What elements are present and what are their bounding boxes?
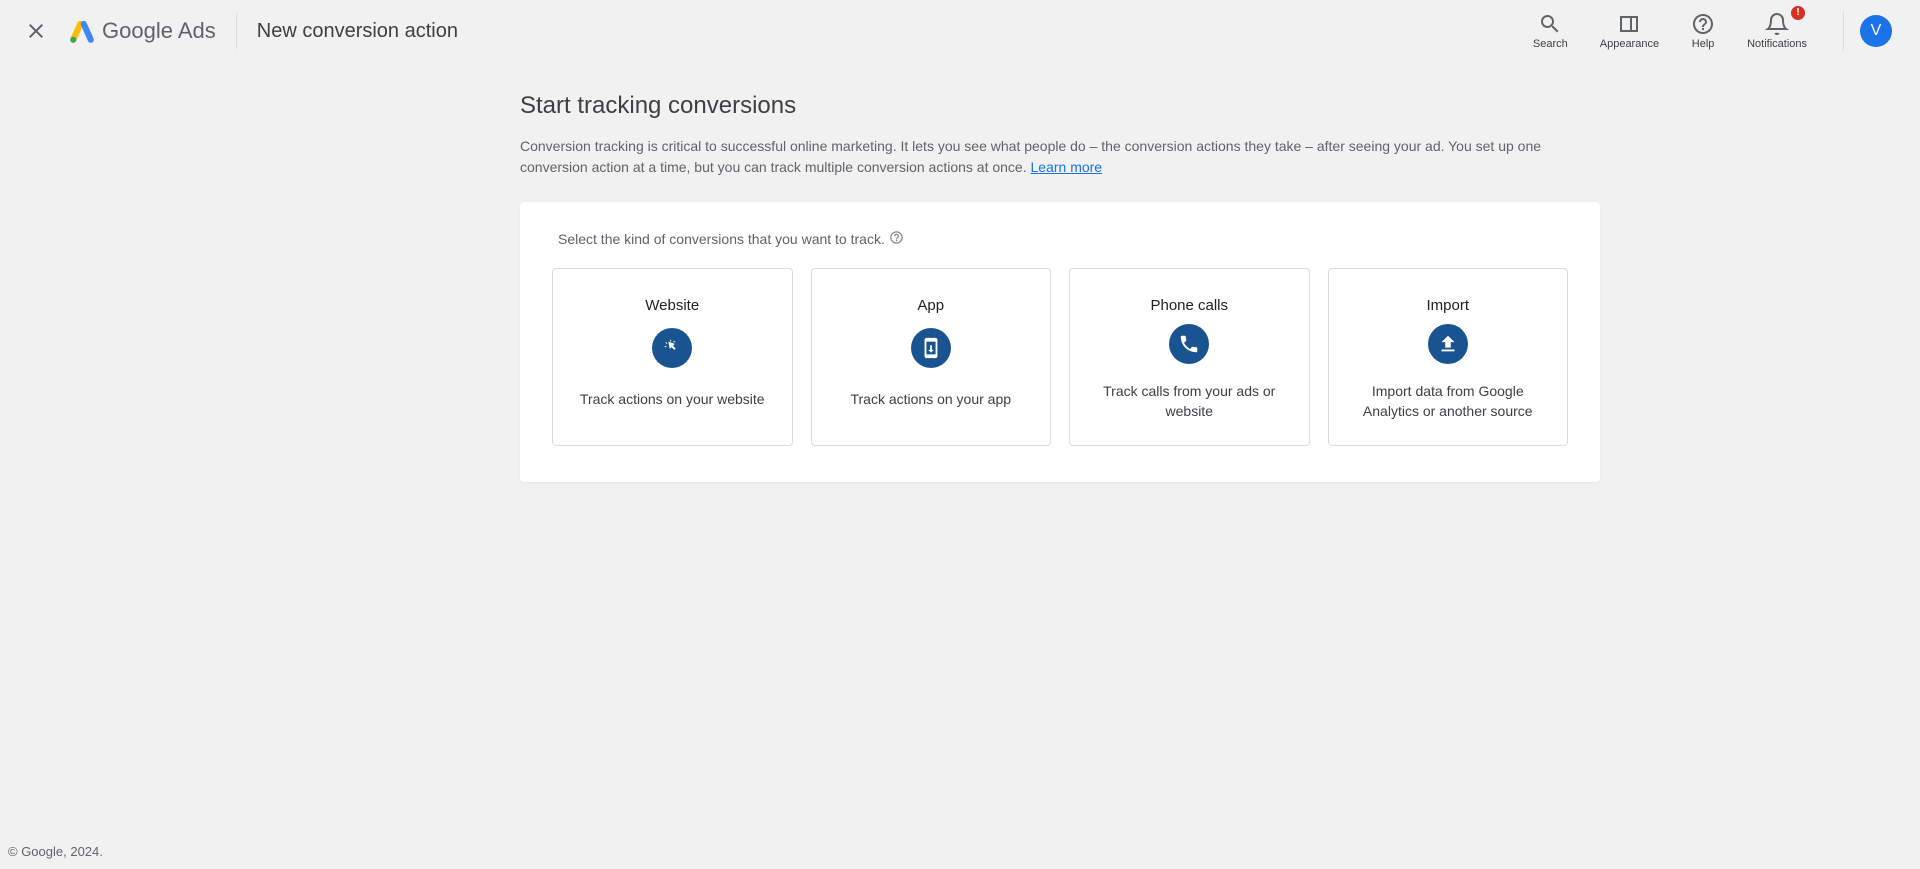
appearance-icon	[1617, 12, 1641, 36]
header-right: Search Appearance Help ! Notifications V	[1521, 8, 1896, 54]
appearance-label: Appearance	[1600, 38, 1659, 50]
notification-badge: !	[1791, 6, 1805, 20]
option-desc: Track calls from your ads or website	[1086, 382, 1293, 421]
upload-icon	[1428, 324, 1468, 364]
header-divider	[236, 13, 237, 49]
close-button[interactable]	[24, 19, 48, 43]
header-left: Google Ads New conversion action	[24, 13, 458, 49]
notifications-label: Notifications	[1747, 38, 1807, 50]
google-ads-logo-icon	[68, 17, 96, 45]
option-title: Phone calls	[1150, 297, 1228, 314]
bell-icon	[1765, 12, 1789, 36]
option-card-website[interactable]: Website Track actions on your website	[552, 268, 793, 446]
main-content: Start tracking conversions Conversion tr…	[290, 62, 1630, 522]
search-label: Search	[1533, 38, 1568, 50]
notifications-button[interactable]: ! Notifications	[1735, 8, 1819, 54]
help-tooltip-icon[interactable]	[889, 230, 904, 248]
phone-icon	[1169, 324, 1209, 364]
help-button[interactable]: Help	[1679, 8, 1727, 54]
mobile-app-icon	[911, 328, 951, 368]
main-heading: Start tracking conversions	[520, 92, 1600, 120]
close-icon	[24, 19, 48, 43]
help-icon	[1691, 12, 1715, 36]
header-right-divider	[1843, 11, 1844, 51]
cursor-click-icon	[652, 328, 692, 368]
option-desc: Track actions on your app	[850, 390, 1011, 410]
logo-area: Google Ads	[68, 17, 216, 45]
option-card-import[interactable]: Import Import data from Google Analytics…	[1328, 268, 1569, 446]
avatar[interactable]: V	[1860, 15, 1892, 47]
search-button[interactable]: Search	[1521, 8, 1580, 54]
search-icon	[1538, 12, 1562, 36]
option-desc: Track actions on your website	[580, 390, 765, 410]
learn-more-link[interactable]: Learn more	[1031, 159, 1103, 175]
page-title: New conversion action	[257, 20, 458, 43]
option-card-app[interactable]: App Track actions on your app	[811, 268, 1052, 446]
options-panel: Select the kind of conversions that you …	[520, 202, 1600, 482]
option-title: Import	[1426, 297, 1469, 314]
option-desc: Import data from Google Analytics or ano…	[1345, 382, 1552, 421]
main-description: Conversion tracking is critical to succe…	[520, 136, 1600, 178]
appearance-button[interactable]: Appearance	[1588, 8, 1671, 54]
option-card-phone[interactable]: Phone calls Track calls from your ads or…	[1069, 268, 1310, 446]
brand-text: Google Ads	[102, 18, 216, 44]
panel-instruction: Select the kind of conversions that you …	[552, 230, 1568, 248]
option-title: App	[917, 297, 944, 314]
options-grid: Website Track actions on your website Ap…	[552, 268, 1568, 446]
option-title: Website	[645, 297, 699, 314]
footer-copyright: © Google, 2024.	[8, 844, 103, 859]
help-label: Help	[1692, 38, 1715, 50]
app-header: Google Ads New conversion action Search …	[0, 0, 1920, 62]
header-actions: Search Appearance Help ! Notifications	[1521, 8, 1819, 54]
